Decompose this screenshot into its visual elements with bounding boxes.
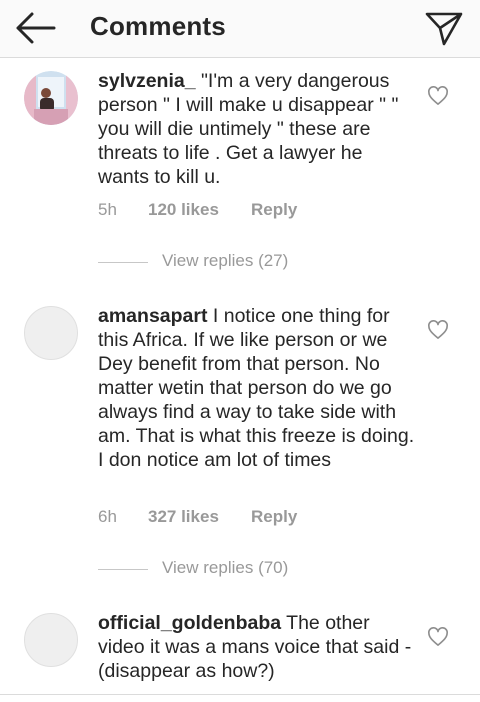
- view-replies-label: View replies (70): [162, 558, 289, 577]
- comment-timestamp: 5h: [98, 200, 117, 219]
- comment-username[interactable]: official_goldenbaba: [98, 612, 281, 634]
- comment-timestamp: 6h: [98, 507, 117, 526]
- bottom-divider: [0, 694, 480, 695]
- comment-username[interactable]: amansapart: [98, 305, 207, 327]
- arrow-left-icon: [16, 12, 56, 44]
- comment-text: sylvzenia_ "I'm a very dangerous person …: [98, 69, 416, 189]
- likes-count[interactable]: 120 likes: [148, 200, 219, 220]
- avatar[interactable]: [24, 613, 78, 667]
- heart-icon[interactable]: [427, 86, 449, 106]
- reply-button[interactable]: Reply: [251, 507, 297, 527]
- back-button[interactable]: [14, 10, 56, 46]
- avatar[interactable]: [24, 71, 78, 125]
- comment-text: amansapart I notice one thing for this A…: [98, 304, 416, 472]
- avatar[interactable]: [24, 306, 78, 360]
- likes-count[interactable]: 327 likes: [148, 507, 219, 527]
- view-replies-label: View replies (27): [162, 251, 289, 270]
- paper-plane-icon: [425, 12, 463, 46]
- view-replies-button[interactable]: View replies (70): [98, 558, 398, 580]
- heart-icon[interactable]: [427, 627, 449, 647]
- page-title: Comments: [90, 11, 226, 41]
- comment-body: I notice one thing for this Africa. If w…: [98, 305, 415, 471]
- divider-line: [98, 569, 148, 570]
- avatar-photo-icon: [24, 71, 78, 125]
- comment-text: official_goldenbaba The other video it w…: [98, 611, 416, 683]
- header-bar: Comments: [0, 0, 480, 58]
- view-replies-button[interactable]: View replies (27): [98, 251, 398, 273]
- comment-username[interactable]: sylvzenia_: [98, 70, 196, 92]
- divider-line: [98, 262, 148, 263]
- share-button[interactable]: [424, 9, 464, 47]
- heart-icon[interactable]: [427, 320, 449, 340]
- reply-button[interactable]: Reply: [251, 200, 297, 220]
